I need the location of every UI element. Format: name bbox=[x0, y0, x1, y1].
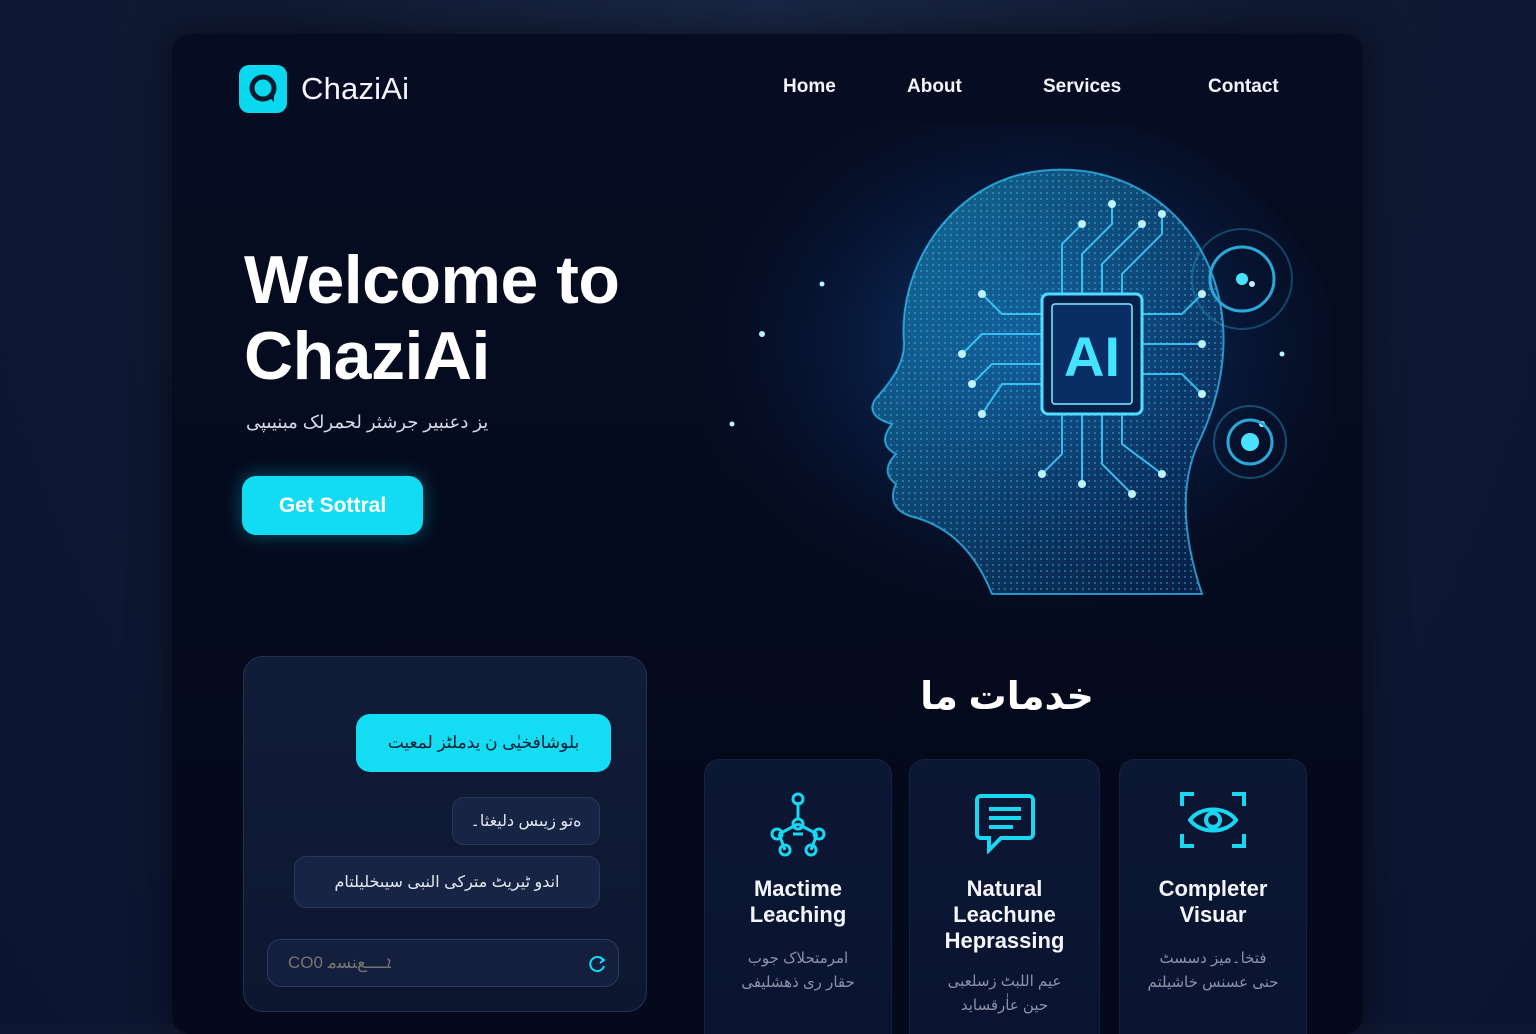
landing-page: ChaziAi Home About Services Contact Welc… bbox=[172, 34, 1363, 1034]
refresh-send-icon[interactable] bbox=[586, 953, 608, 975]
services-title: خدمات ما bbox=[920, 676, 1094, 718]
service-card-description: فتخا۔میز دسسٹ حنی عسنس خاشیلتم bbox=[1147, 950, 1279, 991]
bot-message-bubble: اندو ٹیریٹ مترکی النبی سیںخلیلتام bbox=[294, 856, 600, 908]
chip-ai-text: AI bbox=[1064, 325, 1120, 388]
service-card-title: Completer Visuar bbox=[1158, 876, 1268, 927]
nav-about-link[interactable]: About bbox=[907, 76, 962, 98]
hero-title-line-1: Welcome to bbox=[244, 242, 620, 318]
service-card-computer-vision[interactable]: Completer Visuar فتخا۔میز دسسٹ حنی عسنس … bbox=[1119, 759, 1307, 1034]
service-card-description: عیم اللبٹ زسلعبی حین عاٰرقساید bbox=[947, 973, 1062, 1014]
network-nodes-icon bbox=[770, 792, 826, 857]
service-card-machine-learning[interactable]: Mactime Leaching امرمتحلاک جوب حقار ری ذ… bbox=[704, 759, 892, 1034]
user-message-bubble: بلوشافخیٰی ن یدملٹز لمعیت bbox=[356, 714, 611, 772]
service-card-title: Mactime Leaching bbox=[749, 876, 847, 927]
nav-services-link[interactable]: Services bbox=[1043, 76, 1121, 98]
hero-subtitle: یز دعنبیر جرشثر لحمرلک مبنیںپی bbox=[246, 412, 489, 432]
nav-contact-link[interactable]: Contact bbox=[1208, 76, 1279, 98]
service-card-description: امرمتحلاک جوب حقار ری ذهشلیفی bbox=[741, 950, 855, 991]
eye-scan-icon bbox=[1180, 792, 1246, 848]
hero-title: Welcome to ChaziAi bbox=[244, 242, 620, 394]
chat-panel: بلوشافخیٰی ن یدملٹز لمعیت ەتو زیںس دلیغث… bbox=[243, 656, 647, 1012]
hero-title-line-2: ChaziAi bbox=[244, 318, 490, 394]
main-nav: Home About Services Contact bbox=[172, 76, 1363, 106]
service-card-natural-language[interactable]: Natural Leachune Heprassing عیم اللبٹ زس… bbox=[909, 759, 1100, 1034]
nav-home-link[interactable]: Home bbox=[783, 76, 836, 98]
service-card-title: Natural Leachune Heprassing bbox=[944, 876, 1065, 953]
ai-head-illustration: AI bbox=[662, 124, 1332, 644]
bot-message-bubble: ەتو زیںس دلیغثا۔ bbox=[452, 797, 600, 845]
get-started-button[interactable]: Get Sottral bbox=[242, 476, 423, 535]
chat-bubble-icon bbox=[974, 794, 1035, 854]
chat-message-input[interactable] bbox=[267, 939, 619, 987]
